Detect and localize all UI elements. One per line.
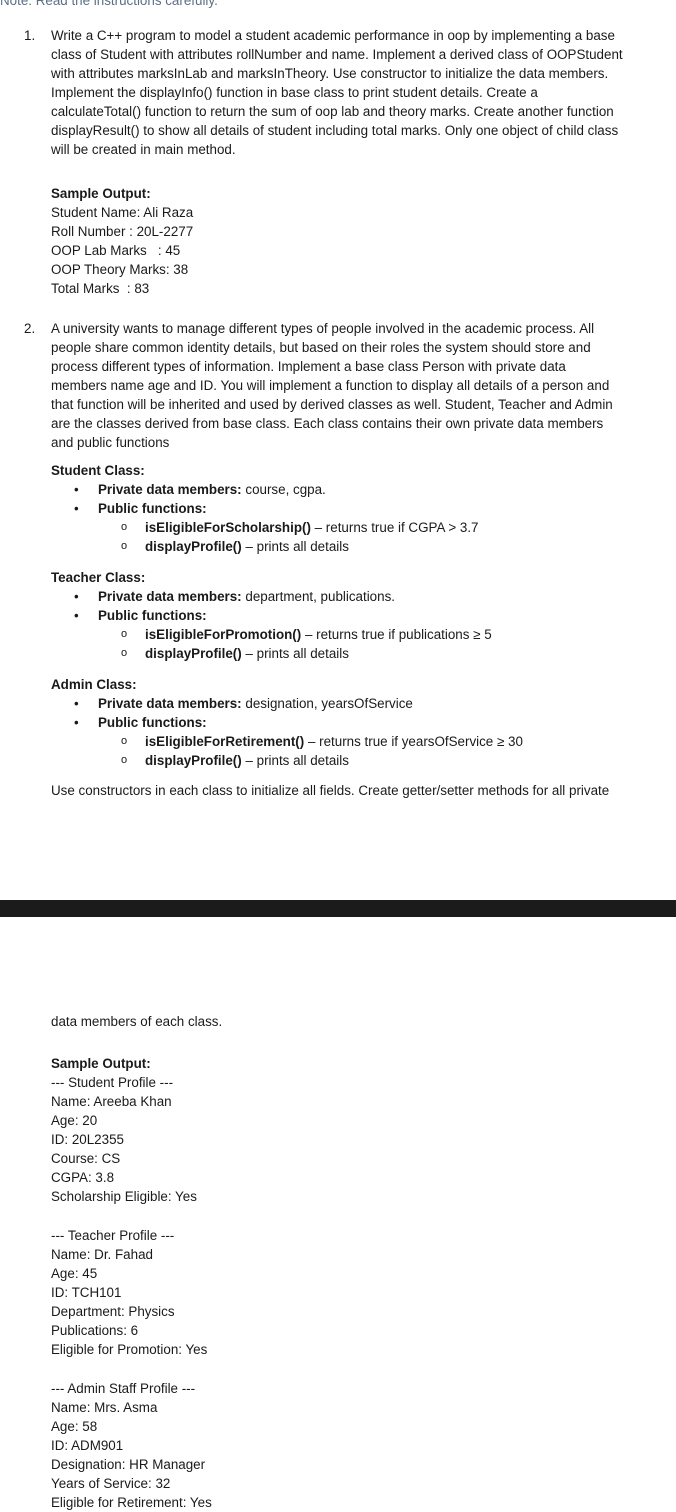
output-line: ID: TCH101 xyxy=(51,1285,122,1300)
item-label: Private data members: xyxy=(98,696,242,711)
q2-sample-output: Sample Output: --- Student Profile --- N… xyxy=(51,1054,212,1512)
item-label: Private data members: xyxy=(98,589,242,604)
sub-bullet-icon: o xyxy=(121,754,128,766)
function-desc: – returns true if yearsOfService ≥ 30 xyxy=(304,734,523,749)
top-note: Note: Read the instructions carefully. xyxy=(0,0,218,8)
class-heading: Student Class: xyxy=(51,463,145,478)
student-class-section: Student Class: • Private data members: c… xyxy=(51,461,651,556)
item-label: Public functions: xyxy=(98,608,207,623)
function-item: o displayProfile() – prints all details xyxy=(51,644,651,663)
bullet-icon: • xyxy=(74,696,79,711)
output-line: Eligible for Promotion: Yes xyxy=(51,1342,208,1357)
bullet-icon: • xyxy=(74,608,79,623)
constructors-instruction: Use constructors in each class to initia… xyxy=(51,781,609,800)
function-name: isEligibleForRetirement() xyxy=(145,734,305,749)
admin-profile-output: --- Admin Staff Profile --- Name: Mrs. A… xyxy=(51,1379,212,1512)
bullet-icon: • xyxy=(74,501,79,516)
class-heading: Admin Class: xyxy=(51,677,137,692)
function-name: displayProfile() xyxy=(145,753,242,768)
bullet-icon: • xyxy=(74,589,79,604)
function-item: o displayProfile() – prints all details xyxy=(51,537,651,556)
output-line: Total Marks : 83 xyxy=(51,281,150,296)
output-line: Eligible for Retirement: Yes xyxy=(51,1495,212,1510)
item-label: Private data members: xyxy=(98,482,242,497)
question-2: 2. A university wants to manage differen… xyxy=(24,319,624,452)
output-line: Age: 20 xyxy=(51,1113,98,1128)
question-1: 1. Write a C++ program to model a studen… xyxy=(24,26,624,159)
function-item: o isEligibleForRetirement() – returns tr… xyxy=(51,732,651,751)
page-break xyxy=(0,900,676,917)
document-page-2: data members of each class. Sample Outpu… xyxy=(0,917,676,1510)
bullet-icon: • xyxy=(74,482,79,497)
output-line: Designation: HR Manager xyxy=(51,1457,206,1472)
public-functions-item: • Public functions: xyxy=(51,499,651,518)
output-line: Age: 58 xyxy=(51,1419,98,1434)
function-desc: – returns true if publications ≥ 5 xyxy=(301,627,492,642)
function-item: o isEligibleForPromotion() – returns tru… xyxy=(51,625,651,644)
output-line: ID: ADM901 xyxy=(51,1438,124,1453)
output-line: ID: 20L2355 xyxy=(51,1132,124,1147)
public-functions-item: • Public functions: xyxy=(51,713,651,732)
output-line: OOP Theory Marks: 38 xyxy=(51,262,189,277)
sub-bullet-icon: o xyxy=(121,521,128,533)
instruction-text: Use constructors in each class to initia… xyxy=(51,783,610,798)
function-desc: – prints all details xyxy=(241,753,349,768)
function-item: o isEligibleForScholarship() – returns t… xyxy=(51,518,651,537)
item-value: designation, yearsOfService xyxy=(241,696,413,711)
item-label: Public functions: xyxy=(98,501,207,516)
private-members-item: • Private data members: designation, yea… xyxy=(51,694,651,713)
question-text: A university wants to manage different t… xyxy=(51,321,613,450)
function-desc: – prints all details xyxy=(241,539,349,554)
sample-output-heading: Sample Output: xyxy=(51,1056,151,1071)
output-line: Name: Areeba Khan xyxy=(51,1094,172,1109)
question-number: 2. xyxy=(24,321,36,336)
sub-bullet-icon: o xyxy=(121,735,128,747)
output-line: Scholarship Eligible: Yes xyxy=(51,1189,197,1204)
admin-class-section: Admin Class: • Private data members: des… xyxy=(51,675,651,770)
private-members-item: • Private data members: department, publ… xyxy=(51,587,651,606)
question-number: 1. xyxy=(24,28,36,43)
output-line: Publications: 6 xyxy=(51,1323,139,1338)
sample-output-heading: Sample Output: xyxy=(51,186,151,201)
output-line: Roll Number : 20L-2277 xyxy=(51,224,194,239)
constructors-instruction-continued: data members of each class. xyxy=(51,1012,222,1031)
sub-bullet-icon: o xyxy=(121,647,128,659)
item-value: department, publications. xyxy=(241,589,395,604)
q1-sample-output: Sample Output: Student Name: Ali Raza Ro… xyxy=(51,184,193,298)
output-line: Age: 45 xyxy=(51,1266,98,1281)
output-line: Name: Mrs. Asma xyxy=(51,1400,158,1415)
sub-bullet-icon: o xyxy=(121,540,128,552)
output-line: --- Student Profile --- xyxy=(51,1075,174,1090)
output-line: Years of Service: 32 xyxy=(51,1476,171,1491)
output-line: --- Admin Staff Profile --- xyxy=(51,1381,196,1396)
output-line: Course: CS xyxy=(51,1151,121,1166)
output-line: Name: Dr. Fahad xyxy=(51,1247,153,1262)
bullet-icon: • xyxy=(74,715,79,730)
item-value: course, cgpa. xyxy=(241,482,326,497)
document-page-1: Note: Read the instructions carefully. 1… xyxy=(0,0,676,900)
output-line: OOP Lab Marks : 45 xyxy=(51,243,181,258)
function-desc: – prints all details xyxy=(241,646,349,661)
public-functions-item: • Public functions: xyxy=(51,606,651,625)
teacher-class-section: Teacher Class: • Private data members: d… xyxy=(51,568,651,663)
item-label: Public functions: xyxy=(98,715,207,730)
output-line: Department: Physics xyxy=(51,1304,175,1319)
teacher-profile-output: --- Teacher Profile --- Name: Dr. Fahad … xyxy=(51,1226,212,1359)
function-item: o displayProfile() – prints all details xyxy=(51,751,651,770)
function-name: isEligibleForPromotion() xyxy=(145,627,302,642)
instruction-text: data members of each class. xyxy=(51,1014,223,1029)
output-line: --- Teacher Profile --- xyxy=(51,1228,175,1243)
function-name: isEligibleForScholarship() xyxy=(145,520,311,535)
student-profile-output: --- Student Profile --- Name: Areeba Kha… xyxy=(51,1073,212,1206)
output-line: CGPA: 3.8 xyxy=(51,1170,115,1185)
sub-bullet-icon: o xyxy=(121,628,128,640)
question-text: Write a C++ program to model a student a… xyxy=(51,28,623,157)
output-line: Student Name: Ali Raza xyxy=(51,205,194,220)
function-name: displayProfile() xyxy=(145,539,242,554)
function-name: displayProfile() xyxy=(145,646,242,661)
class-heading: Teacher Class: xyxy=(51,570,146,585)
private-members-item: • Private data members: course, cgpa. xyxy=(51,480,651,499)
function-desc: – returns true if CGPA > 3.7 xyxy=(310,520,479,535)
